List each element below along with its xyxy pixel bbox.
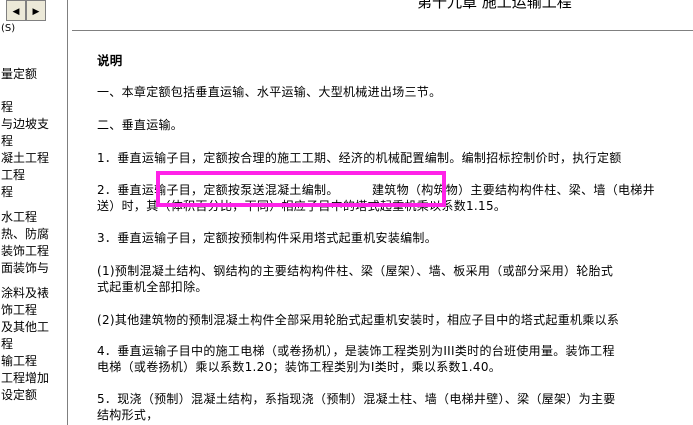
tree-item-12[interactable]: 饰工程 bbox=[0, 302, 67, 319]
tree-item-16[interactable]: 工程增加 bbox=[0, 370, 67, 387]
highlight-box bbox=[156, 171, 446, 207]
tree-item-7[interactable]: 水工程 bbox=[0, 209, 67, 226]
paragraph-9b: 结构形式， bbox=[97, 408, 159, 422]
tree-item-13[interactable]: 及其他工 bbox=[0, 319, 67, 336]
chapter-title: 第十九章 施工运输工程 bbox=[417, 0, 572, 11]
chapter-tree: 量定额 程 与边坡支 程 凝土工程 工程 程 水工程 热、防腐 装饰工程 面装饰… bbox=[0, 56, 67, 404]
paragraph-8a: 4．垂直运输子目中的施工电梯（或卷扬机），是装饰工程类别为III类时的台班使用量… bbox=[97, 344, 615, 358]
paragraph-7: (2)其他建筑物的预制混凝土构件全部采用轮胎式起重机安装时，相应子目中的塔式起重… bbox=[97, 313, 620, 327]
tree-item-4[interactable]: 凝土工程 bbox=[0, 150, 67, 167]
document-pane: 第十九章 施工运输工程 说明 一、本章定额包括垂直运输、水平运输、大型机械进出场… bbox=[72, 0, 693, 425]
tree-item-8[interactable]: 热、防腐 bbox=[0, 226, 67, 243]
tree-item-2[interactable]: 与边坡支 bbox=[0, 116, 67, 133]
paragraph-1: 一、本章定额包括垂直运输、水平运输、大型机械进出场三节。 bbox=[97, 85, 442, 99]
tree-item-9[interactable]: 装饰工程 bbox=[0, 243, 67, 260]
scroll-right-button[interactable]: ▶ bbox=[26, 0, 46, 21]
tree-item-1[interactable]: 程 bbox=[0, 99, 67, 116]
tree-item-6[interactable]: 程 bbox=[0, 184, 67, 201]
navigation-panel: ◀ ▶ (S) 量定额 程 与边坡支 程 凝土工程 工程 程 水工程 热、防腐 … bbox=[0, 0, 68, 425]
tree-item-15[interactable]: 输工程 bbox=[0, 353, 67, 370]
paragraph-5: 3．垂直运输子目，定额按预制构件采用塔式起重机安装编制。 bbox=[97, 231, 438, 245]
tree-item-3[interactable]: 程 bbox=[0, 133, 67, 150]
scroll-left-button[interactable]: ◀ bbox=[6, 0, 26, 21]
section-heading: 说明 bbox=[97, 53, 123, 68]
tree-item-11[interactable]: 涂料及裱 bbox=[0, 285, 67, 302]
left-arrow-icon: ◀ bbox=[12, 7, 20, 17]
paragraph-6a: (1)预制混凝土结构、钢结构的主要结构构件柱、梁（屋架）、墙、板采用（或部分采用… bbox=[97, 264, 614, 278]
tree-item-10[interactable]: 面装饰与 bbox=[0, 260, 67, 277]
tree-item-quota[interactable]: 量定额 bbox=[0, 66, 67, 83]
paragraph-9a: 5．现浇（预制）混凝土结构，系指现浇（预制）混凝土柱、墙（电梯井壁）、梁（屋架）… bbox=[97, 392, 616, 406]
title-divider bbox=[72, 30, 693, 31]
paragraph-8b: 电梯（或卷扬机）乘以系数1.20；装饰工程类别为I类时，乘以系数1.40。 bbox=[97, 360, 502, 374]
tree-item-5[interactable]: 工程 bbox=[0, 167, 67, 184]
tab-search[interactable]: (S) bbox=[0, 22, 21, 36]
paragraph-2: 二、垂直运输。 bbox=[97, 118, 184, 132]
paragraph-6b: 式起重机全部扣除。 bbox=[97, 280, 208, 294]
right-arrow-icon: ▶ bbox=[32, 7, 40, 17]
paragraph-3: 1．垂直运输子目，定额按合理的施工工期、经济的机械配置编制。编制招标控制价时，执… bbox=[97, 151, 622, 165]
tree-item-14[interactable]: 程 bbox=[0, 336, 67, 353]
tree-item-17[interactable]: 设定额 bbox=[0, 387, 67, 404]
